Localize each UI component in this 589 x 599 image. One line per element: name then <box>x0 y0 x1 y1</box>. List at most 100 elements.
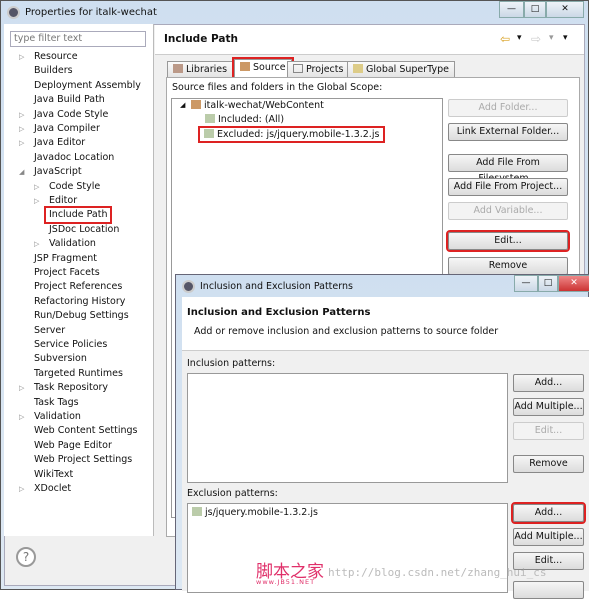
back-dropdown-icon[interactable]: ▾ <box>517 33 522 43</box>
dialog-title: Inclusion and Exclusion Patterns <box>200 281 353 292</box>
source-label: Source files and folders in the Global S… <box>172 82 383 93</box>
exclusion-label: Exclusion patterns: <box>187 488 278 499</box>
help-icon[interactable]: ? <box>16 547 36 567</box>
expand-arrow-icon[interactable]: ▷ <box>34 194 39 208</box>
expand-arrow-icon[interactable]: ▷ <box>19 50 24 64</box>
expand-arrow-icon[interactable]: ▷ <box>19 122 24 136</box>
sidebar-item-label: Deployment Assembly <box>34 79 141 91</box>
tab-projects[interactable]: Projects <box>287 61 350 77</box>
excluded-icon <box>192 507 202 516</box>
tree-item-included[interactable]: Included: (All) <box>205 114 284 125</box>
sidebar-item-label: Refactoring History <box>34 295 126 307</box>
dialog-description: Add or remove inclusion and exclusion pa… <box>194 326 499 337</box>
source-folder-icon <box>240 62 250 71</box>
sidebar-item-label: Web Content Settings <box>34 425 138 437</box>
source-folder-icon <box>191 100 201 109</box>
sidebar-item-label: JSDoc Location <box>49 223 120 235</box>
sidebar-item-label: Validation <box>34 411 81 422</box>
watermark-url: http://blog.csdn.net/zhang_hui_cs <box>328 566 547 579</box>
eclipse-icon <box>182 280 195 293</box>
link-external-folder-button[interactable]: Link External Folder... <box>448 123 568 141</box>
exclusion-add-multiple-button[interactable]: Add Multiple... <box>513 528 584 546</box>
sidebar-item-label: Web Page Editor <box>34 439 112 451</box>
sidebar-item-label: Service Policies <box>34 339 108 350</box>
tab-global-supertype[interactable]: Global SuperType <box>347 61 455 77</box>
forward-dropdown-icon[interactable]: ▾ <box>549 33 554 43</box>
expand-arrow-icon[interactable]: ▷ <box>34 180 39 194</box>
tree-item-excluded[interactable]: Excluded: js/jquery.mobile-1.3.2.js <box>197 126 386 143</box>
sidebar-item-label: Java Compiler <box>34 123 100 134</box>
expand-arrow-icon[interactable]: ▷ <box>19 482 24 496</box>
view-menu-icon[interactable]: ▾ <box>563 33 568 43</box>
close-button[interactable]: ✕ <box>546 1 584 18</box>
expand-arrow-icon[interactable]: ▷ <box>19 108 24 122</box>
exclusion-remove-button[interactable] <box>513 581 584 599</box>
expand-arrow-icon[interactable]: ▷ <box>19 381 24 395</box>
expand-arrow-icon[interactable]: ▷ <box>34 237 39 251</box>
dialog-close-button[interactable]: ✕ <box>558 275 589 292</box>
inclusion-list[interactable] <box>187 373 508 483</box>
tab-source[interactable]: Source <box>232 57 294 79</box>
sidebar-item-label: Project Facets <box>34 267 100 278</box>
inclusion-label: Inclusion patterns: <box>187 358 276 369</box>
expand-arrow-icon[interactable]: ▷ <box>19 410 24 424</box>
remove-button[interactable]: Remove <box>448 257 568 275</box>
inclusion-edit-button[interactable]: Edit... <box>513 422 584 440</box>
sidebar-item-label: Builders <box>34 65 73 77</box>
dialog-heading: Inclusion and Exclusion Patterns <box>187 307 371 318</box>
sidebar-item-label: Task Repository <box>34 382 109 394</box>
sidebar-item-label: Project References <box>34 281 123 293</box>
filter-input[interactable]: type filter text <box>10 31 146 47</box>
page-title: Include Path <box>164 33 238 45</box>
sidebar-item-label: Editor <box>49 195 78 206</box>
sidebar-item-label: Code Style <box>49 180 101 192</box>
add-file-from-filesystem-button[interactable]: Add File From Filesystem... <box>448 154 568 184</box>
sidebar-item-label: Server <box>34 324 66 336</box>
maximize-button[interactable]: □ <box>524 1 546 18</box>
exclusion-item[interactable]: js/jquery.mobile-1.3.2.js <box>192 507 318 518</box>
tree-item-root[interactable]: italk-wechat/WebContent <box>191 100 324 111</box>
minimize-button[interactable]: — <box>499 1 524 18</box>
collapse-arrow-icon[interactable]: ◢ <box>19 165 24 179</box>
forward-icon[interactable]: ⇨ <box>531 32 541 46</box>
sidebar-item-label: JavaScript <box>34 166 82 178</box>
sidebar-item-label: Subversion <box>34 353 87 365</box>
dialog-minimize-button[interactable]: — <box>514 275 538 292</box>
sidebar-item-label: Resource <box>34 51 78 62</box>
sidebar-item-label: WikiText <box>34 468 74 480</box>
dialog-maximize-button[interactable]: □ <box>538 275 558 292</box>
sidebar-item-label: Java Build Path <box>34 94 105 106</box>
dialog-header <box>182 297 589 351</box>
sidebar-item-label: Web Project Settings <box>34 454 133 466</box>
inclusion-exclusion-dialog: Inclusion and Exclusion Patterns — □ ✕ I… <box>175 274 589 599</box>
watermark-site: www.JB51.NET <box>256 578 316 586</box>
inclusion-add-multiple-button[interactable]: Add Multiple... <box>513 398 584 416</box>
add-variable-button[interactable]: Add Variable... <box>448 202 568 220</box>
eclipse-icon <box>7 6 20 19</box>
exclusion-list[interactable]: js/jquery.mobile-1.3.2.js <box>187 503 508 593</box>
add-file-from-project-button[interactable]: Add File From Project... <box>448 178 568 196</box>
sidebar: ▷ Resource Builders Deployment Assembly Java… <box>4 24 154 536</box>
excluded-icon <box>204 129 214 138</box>
expand-arrow-icon[interactable]: ◢ <box>180 101 185 109</box>
inclusion-remove-button[interactable]: Remove <box>513 455 584 473</box>
included-icon <box>205 114 215 123</box>
inclusion-add-button[interactable]: Add... <box>513 374 584 392</box>
sidebar-item-label: Java Editor <box>34 137 86 149</box>
sidebar-item-label: XDoclet <box>34 483 72 494</box>
expand-arrow-icon[interactable]: ▷ <box>19 136 24 150</box>
window-title: Properties for italk-wechat <box>25 7 157 18</box>
sidebar-item-label: Validation <box>49 238 96 250</box>
sidebar-item-label: Task Tags <box>34 396 79 408</box>
sidebar-item-label: Targeted Runtimes <box>34 367 123 379</box>
edit-button[interactable]: Edit... <box>446 230 570 252</box>
sidebar-item-label: Java Code Style <box>34 108 109 120</box>
sidebar-item-label: JSP Fragment <box>34 252 97 264</box>
supertype-icon <box>353 64 363 73</box>
exclusion-add-button[interactable]: Add... <box>511 502 586 524</box>
tab-libraries[interactable]: Libraries <box>167 61 234 77</box>
sidebar-item-label: Run/Debug Settings <box>34 310 129 322</box>
back-icon[interactable]: ⇦ <box>500 32 510 46</box>
folder-icon <box>293 64 303 73</box>
add-folder-button[interactable]: Add Folder... <box>448 99 568 117</box>
